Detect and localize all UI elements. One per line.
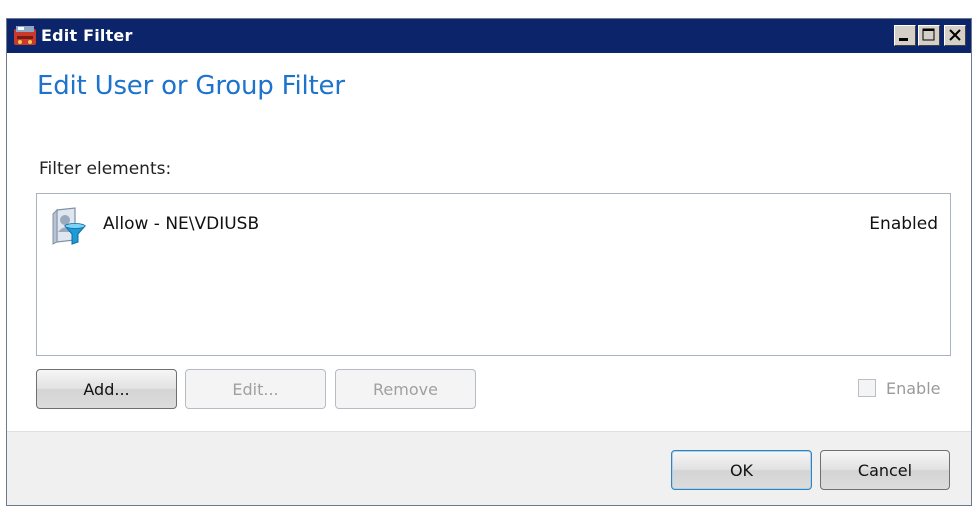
cancel-button[interactable]: Cancel xyxy=(820,450,950,490)
title-bar[interactable]: Edit Filter xyxy=(7,19,971,53)
item-status: Enabled xyxy=(869,214,938,234)
dialog-heading: Edit User or Group Filter xyxy=(37,71,345,101)
add-button[interactable]: Add... xyxy=(36,369,177,409)
edit-filter-window: Edit Filter Edit User or Group Filter Fi… xyxy=(6,18,972,506)
close-icon xyxy=(949,29,961,41)
close-button[interactable] xyxy=(944,25,966,46)
maximize-button[interactable] xyxy=(918,25,940,46)
maximize-icon xyxy=(922,28,935,41)
item-name: Allow - NE\VDIUSB xyxy=(103,214,260,234)
minimize-button[interactable] xyxy=(894,25,916,46)
user-filter-icon xyxy=(52,207,87,245)
filter-app-icon xyxy=(14,26,36,45)
minimize-icon xyxy=(899,38,908,41)
enable-checkbox-group[interactable]: Enable xyxy=(858,376,941,400)
filter-elements-list[interactable]: Allow - NE\VDIUSB Enabled xyxy=(36,193,951,356)
dialog-footer: OK Cancel xyxy=(7,431,971,505)
enable-label: Enable xyxy=(886,378,941,398)
ok-button[interactable]: OK xyxy=(671,450,812,490)
remove-button[interactable]: Remove xyxy=(335,369,476,409)
enable-checkbox[interactable] xyxy=(858,379,876,397)
edit-button[interactable]: Edit... xyxy=(185,369,326,409)
list-item[interactable]: Allow - NE\VDIUSB Enabled xyxy=(37,194,950,254)
window-title: Edit Filter xyxy=(41,26,133,45)
filter-elements-label: Filter elements: xyxy=(39,159,172,179)
